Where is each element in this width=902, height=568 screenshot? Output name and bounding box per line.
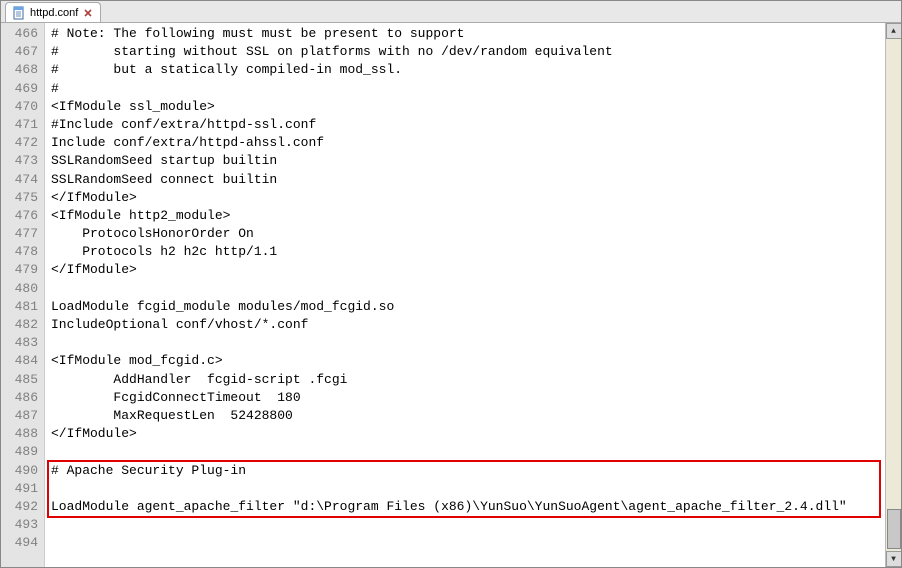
line-number: 488: [1, 425, 44, 443]
line-number: 472: [1, 134, 44, 152]
code-line[interactable]: [51, 334, 885, 352]
line-number: 480: [1, 280, 44, 298]
code-line[interactable]: # starting without SSL on platforms with…: [51, 43, 885, 61]
code-line[interactable]: <IfModule http2_module>: [51, 207, 885, 225]
code-line[interactable]: #: [51, 80, 885, 98]
code-line[interactable]: # Apache Security Plug-in: [51, 462, 885, 480]
line-number: 491: [1, 480, 44, 498]
code-line[interactable]: LoadModule fcgid_module modules/mod_fcgi…: [51, 298, 885, 316]
line-number: 475: [1, 189, 44, 207]
tab-filename: httpd.conf: [30, 7, 78, 19]
line-number: 474: [1, 171, 44, 189]
line-number: 477: [1, 225, 44, 243]
line-number: 492: [1, 498, 44, 516]
code-line[interactable]: FcgidConnectTimeout 180: [51, 389, 885, 407]
line-number: 470: [1, 98, 44, 116]
code-content[interactable]: # Note: The following must must be prese…: [45, 23, 885, 552]
line-number: 479: [1, 261, 44, 279]
file-tab[interactable]: httpd.conf: [5, 2, 101, 22]
code-line[interactable]: [51, 534, 885, 552]
line-number: 486: [1, 389, 44, 407]
line-number: 485: [1, 371, 44, 389]
code-line[interactable]: AddHandler fcgid-script .fcgi: [51, 371, 885, 389]
code-line[interactable]: [51, 280, 885, 298]
code-line[interactable]: #Include conf/extra/httpd-ssl.conf: [51, 116, 885, 134]
editor-window: httpd.conf 46646746846947047147247347447…: [0, 0, 902, 568]
code-line[interactable]: SSLRandomSeed startup builtin: [51, 152, 885, 170]
scroll-track[interactable]: [886, 39, 902, 551]
code-line[interactable]: Protocols h2 h2c http/1.1: [51, 243, 885, 261]
code-line[interactable]: # but a statically compiled-in mod_ssl.: [51, 61, 885, 79]
line-number: 469: [1, 80, 44, 98]
line-number: 466: [1, 25, 44, 43]
line-number: 481: [1, 298, 44, 316]
code-line[interactable]: Include conf/extra/httpd-ahssl.conf: [51, 134, 885, 152]
tab-bar: httpd.conf: [1, 1, 901, 23]
line-number: 490: [1, 462, 44, 480]
line-number: 484: [1, 352, 44, 370]
code-line[interactable]: <IfModule ssl_module>: [51, 98, 885, 116]
code-line[interactable]: </IfModule>: [51, 189, 885, 207]
close-icon[interactable]: [82, 7, 94, 19]
code-line[interactable]: </IfModule>: [51, 425, 885, 443]
line-number: 471: [1, 116, 44, 134]
editor-area: 4664674684694704714724734744754764774784…: [1, 23, 901, 567]
code-line[interactable]: </IfModule>: [51, 261, 885, 279]
line-number: 489: [1, 443, 44, 461]
line-number: 483: [1, 334, 44, 352]
scroll-thumb[interactable]: [887, 509, 901, 549]
scroll-up-button[interactable]: ▲: [886, 23, 902, 39]
line-number: 473: [1, 152, 44, 170]
line-number: 478: [1, 243, 44, 261]
document-icon: [12, 6, 26, 20]
code-line[interactable]: LoadModule agent_apache_filter "d:\Progr…: [51, 498, 885, 516]
code-line[interactable]: MaxRequestLen 52428800: [51, 407, 885, 425]
code-line[interactable]: <IfModule mod_fcgid.c>: [51, 352, 885, 370]
gutter: 4664674684694704714724734744754764774784…: [1, 23, 45, 567]
line-number: 476: [1, 207, 44, 225]
code-line[interactable]: SSLRandomSeed connect builtin: [51, 171, 885, 189]
scroll-down-button[interactable]: ▼: [886, 551, 902, 567]
line-number: 467: [1, 43, 44, 61]
code-line[interactable]: # Note: The following must must be prese…: [51, 25, 885, 43]
line-number: 468: [1, 61, 44, 79]
code-viewport[interactable]: # Note: The following must must be prese…: [45, 23, 885, 567]
code-line[interactable]: [51, 480, 885, 498]
code-line[interactable]: ProtocolsHonorOrder On: [51, 225, 885, 243]
line-number: 494: [1, 534, 44, 552]
vertical-scrollbar[interactable]: ▲ ▼: [885, 23, 901, 567]
line-number: 487: [1, 407, 44, 425]
line-number: 493: [1, 516, 44, 534]
code-line[interactable]: [51, 443, 885, 461]
code-line[interactable]: [51, 516, 885, 534]
code-line[interactable]: IncludeOptional conf/vhost/*.conf: [51, 316, 885, 334]
line-number: 482: [1, 316, 44, 334]
